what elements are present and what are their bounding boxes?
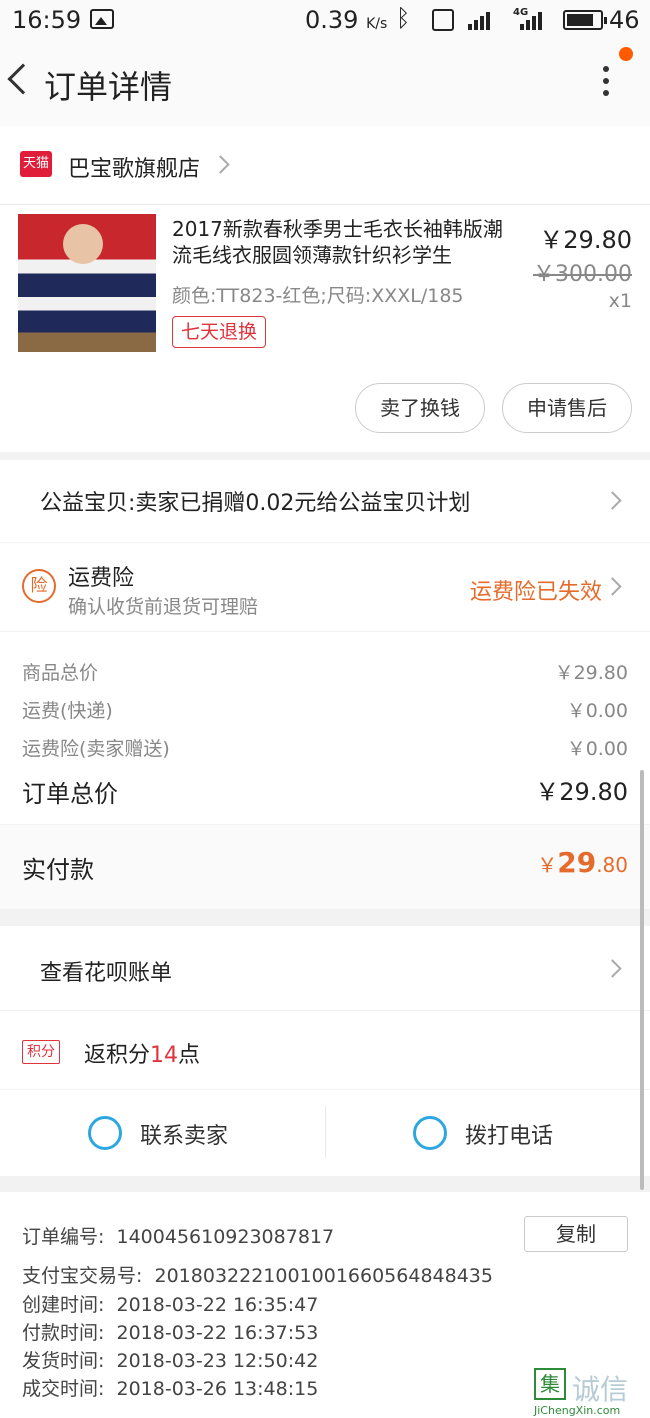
insurance-title: 运费险 (68, 566, 135, 591)
network-speed: 0.39 K/s (305, 6, 388, 34)
insurance-status[interactable]: 运费险已失效 (470, 574, 602, 606)
copy-button[interactable]: 复制 (524, 1216, 628, 1252)
chat-icon[interactable] (88, 1116, 122, 1150)
signal-icon (468, 10, 490, 30)
order-number: 订单编号: 140045610923087817 (22, 1226, 335, 1248)
phone-icon[interactable] (413, 1116, 447, 1150)
signal-4g-icon (520, 10, 542, 30)
call-button[interactable]: 拨打电话 (465, 1118, 553, 1150)
insurance-fee-value: ￥0.00 (566, 738, 628, 760)
insurance-icon: 险 (22, 569, 56, 603)
battery-icon (563, 10, 607, 30)
product-image[interactable] (18, 214, 156, 352)
battery-level: 46 (609, 6, 640, 34)
return-policy-badge: 七天退换 (172, 316, 267, 348)
aftersale-button[interactable]: 申请售后 (502, 383, 632, 433)
product-spec: 颜色:TT823-红色;尺码:XXXL/185 (172, 285, 464, 307)
created-time: 创建时间: 2018-03-22 16:35:47 (22, 1294, 319, 1316)
shipped-time: 发货时间: 2018-03-23 12:50:42 (22, 1350, 319, 1372)
shipping-label: 运费(快递) (22, 700, 113, 722)
original-price: ￥300.00 (533, 262, 632, 287)
notification-dot (619, 47, 633, 61)
contact-seller-button[interactable]: 联系卖家 (140, 1118, 228, 1150)
points-icon: 积分 (22, 1040, 60, 1064)
order-total-value: ￥29.80 (535, 778, 628, 806)
paid-time: 付款时间: 2018-03-22 16:37:53 (22, 1322, 319, 1344)
tmall-icon: 天猫 (20, 151, 52, 177)
image-notification-icon (90, 9, 114, 29)
more-options-icon[interactable] (598, 66, 614, 106)
product-quantity: x1 (608, 290, 632, 312)
alipay-number: 支付宝交易号: 2018032221001001660564848435 (22, 1265, 493, 1287)
subtotal-label: 商品总价 (22, 662, 99, 684)
shop-name[interactable]: 巴宝歌旗舰店 (68, 151, 200, 183)
points-text: 返积分14点 (84, 1043, 201, 1068)
insurance-fee-label: 运费险(卖家赠送) (22, 738, 170, 760)
divider (325, 1106, 326, 1158)
scrollbar[interactable] (640, 770, 644, 1190)
subtotal-value: ￥29.80 (554, 662, 628, 684)
order-total-label: 订单总价 (22, 780, 118, 808)
page-title: 订单详情 (44, 68, 173, 106)
status-time: 16:59 (12, 6, 82, 34)
charity-text: 公益宝贝:卖家已捐赠0.02元给公益宝贝计划 (40, 491, 471, 516)
product-title[interactable]: 2017新款春秋季男士毛衣长袖韩版潮流毛线衣服圆领薄款针织衫学生 (172, 216, 512, 268)
divider (0, 204, 650, 205)
closed-time: 成交时间: 2018-03-26 13:48:15 (22, 1378, 319, 1400)
paid-value: ￥29.80 (537, 846, 628, 879)
paid-label: 实付款 (22, 856, 94, 884)
insurance-subtitle: 确认收货前退货可理赔 (68, 596, 259, 618)
shipping-value: ￥0.00 (566, 700, 628, 722)
vibrate-icon (432, 9, 454, 31)
sell-button[interactable]: 卖了换钱 (355, 383, 485, 433)
watermark-logo: 集 诚信 JiChengXin.com (534, 1368, 650, 1418)
product-price: ￥29.80 (539, 226, 632, 254)
huabei-label: 查看花呗账单 (40, 961, 173, 986)
bluetooth-icon: ᛒ (396, 4, 411, 32)
